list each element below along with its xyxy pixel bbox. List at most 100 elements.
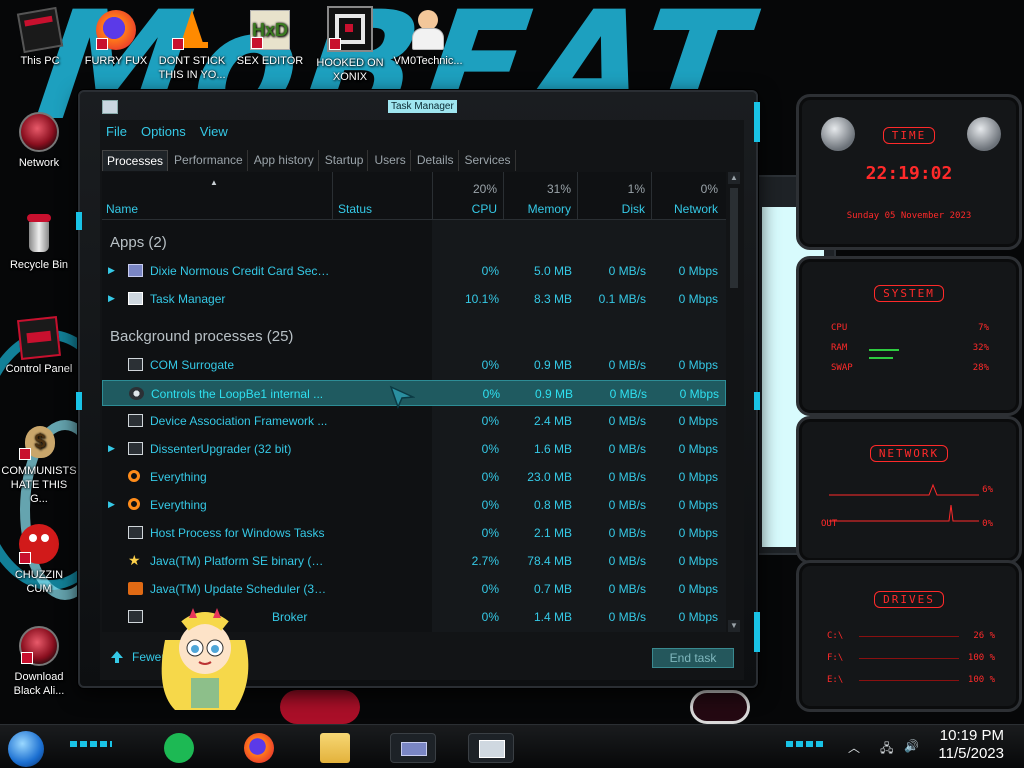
desktop-icon-control-panel[interactable]: Control Panel: [1, 316, 77, 376]
computer-icon: [16, 6, 64, 54]
network-row-value: 0%: [982, 519, 993, 529]
task-manager-app-icon[interactable]: [102, 100, 118, 114]
volume-tray-icon[interactable]: 🔊: [904, 739, 919, 753]
desktop-icon-label: FURRY FUX: [84, 55, 148, 67]
desktop-icon-label: Download Black Ali...: [13, 671, 65, 697]
menu-file[interactable]: File: [106, 124, 127, 144]
collapse-arrow-icon[interactable]: [110, 650, 124, 664]
frame-accent: [754, 392, 760, 410]
tab-startup[interactable]: Startup: [321, 150, 369, 171]
system-bar: [869, 357, 893, 359]
task-manager-taskbar-icon[interactable]: [468, 733, 514, 763]
table-row[interactable]: COM Surrogate 0% 0.9 MB 0 MB/s 0 Mbps: [102, 352, 726, 378]
column-header-disk[interactable]: 1% Disk: [578, 172, 651, 220]
desktop-icon-label: Recycle Bin: [9, 259, 69, 271]
gadget-clock: 22:19:02: [865, 163, 953, 184]
drive-value: 26 %: [973, 631, 995, 641]
desktop-icon-dont-stick[interactable]: DONT STICK THIS IN YO...: [154, 10, 230, 82]
menu-view[interactable]: View: [200, 124, 228, 144]
taskbar-accent: [70, 741, 112, 747]
desktop-icon-furry-fux[interactable]: FURRY FUX: [78, 10, 154, 68]
desktop-icon-communists[interactable]: $ COMMUNISTS HATE THIS G...: [1, 420, 77, 506]
gadget-title: NETWORK: [869, 445, 949, 462]
task-manager-icon: [479, 740, 505, 758]
group-header-background[interactable]: Background processes (25): [110, 328, 293, 345]
desktop-icon-hooked-on-xonix[interactable]: HOOKED ON XONIX: [312, 6, 388, 84]
desktop-icon-network[interactable]: Network: [1, 112, 77, 170]
control-panel-icon: [17, 316, 61, 360]
desktop-icon-label: DONT STICK THIS IN YO...: [158, 55, 226, 81]
recycle-bin-icon: [19, 214, 59, 254]
table-row[interactable]: Java(TM) Update Scheduler (32 ... 0% 0.7…: [102, 576, 726, 602]
table-row[interactable]: ★ Java(TM) Platform SE binary (32... 2.7…: [102, 548, 726, 574]
tab-users[interactable]: Users: [370, 150, 411, 171]
drive-label: F:\: [827, 653, 844, 663]
column-divider[interactable]: [332, 172, 333, 220]
table-row[interactable]: ▶ Dixie Normous Credit Card Secu... 0% 5…: [102, 258, 726, 284]
drives-gadget[interactable]: DRIVES C:\ 26 % F:\ 100 % E:\ 100 %: [796, 560, 1022, 712]
expand-icon[interactable]: ▶: [108, 293, 115, 304]
desktop-icon-this-pc[interactable]: This PC: [2, 6, 78, 68]
expand-icon[interactable]: ▶: [108, 499, 115, 510]
taskbar-time: 10:19 PM: [939, 727, 1004, 744]
table-row[interactable]: Device Association Framework ... 0% 2.4 …: [102, 408, 726, 434]
spotify-taskbar-icon[interactable]: [164, 733, 194, 763]
shortcut-arrow-icon: [96, 38, 108, 50]
system-gadget[interactable]: SYSTEM CPU 7% RAM 32% SWAP 28%: [796, 256, 1022, 416]
tab-processes[interactable]: Processes: [102, 150, 169, 171]
desktop-icon-label: CHUZZIN CUM: [14, 569, 64, 595]
column-header-memory[interactable]: 31% Memory: [504, 172, 577, 220]
desktop-icon-sex-editor[interactable]: HxD SEX EDITOR: [232, 10, 308, 68]
column-header-cpu[interactable]: 20% CPU: [433, 172, 503, 220]
vertical-scrollbar[interactable]: ▲ ▼: [728, 172, 740, 632]
network-tray-icon[interactable]: 🖧: [880, 739, 893, 760]
column-header-network[interactable]: 0% Network: [652, 172, 724, 220]
column-header-name[interactable]: Name: [102, 172, 332, 220]
desktop-icon-download-black-ali[interactable]: Download Black Ali...: [1, 626, 77, 698]
wallpaper-red-shape: [280, 690, 360, 724]
column-header-status[interactable]: Status: [334, 172, 432, 220]
network-gadget[interactable]: NETWORK OUT 6% 0%: [796, 416, 1022, 564]
table-row[interactable]: ▶ Everything 0% 0.8 MB 0 MB/s 0 Mbps: [102, 492, 726, 518]
table-row[interactable]: ▶ Task Manager 10.1% 8.3 MB 0.1 MB/s 0 M…: [102, 286, 726, 312]
tab-services[interactable]: Services: [461, 150, 516, 171]
firefox-taskbar-icon[interactable]: [244, 733, 274, 763]
desktop-icon-chuzzin-cum[interactable]: CHUZZIN CUM: [1, 524, 77, 596]
tab-app-history[interactable]: App history: [250, 150, 319, 171]
gadget-title: DRIVES: [874, 591, 944, 608]
table-row[interactable]: Host Process for Windows Tasks 0% 2.1 MB…: [102, 520, 726, 546]
desktop-icon-label: Network: [18, 157, 60, 169]
scroll-up-icon[interactable]: ▲: [728, 172, 740, 184]
mouse-cursor-icon: [389, 385, 415, 409]
gadget-title: SYSTEM: [874, 285, 944, 302]
taskbar-date: 11/5/2023: [938, 745, 1004, 762]
file-explorer-taskbar-icon[interactable]: [320, 733, 350, 763]
scrollbar-thumb[interactable]: [730, 188, 738, 288]
scroll-down-icon[interactable]: ▼: [728, 620, 740, 632]
tab-performance[interactable]: Performance: [170, 150, 248, 171]
show-hidden-icons-icon[interactable]: ︿: [848, 739, 860, 756]
alien-download-icon: [19, 626, 59, 666]
start-button[interactable]: [8, 731, 44, 767]
menu-options[interactable]: Options: [141, 124, 186, 144]
shortcut-arrow-icon: [329, 38, 341, 50]
java-star-icon: ★: [128, 552, 141, 568]
table-row[interactable]: Everything 0% 23.0 MB 0 MB/s 0 Mbps: [102, 464, 726, 490]
tab-details[interactable]: Details: [413, 150, 459, 171]
expand-icon[interactable]: ▶: [108, 265, 115, 276]
end-task-button[interactable]: End task: [652, 648, 734, 668]
title-bar[interactable]: Task Manager: [80, 92, 756, 122]
table-row[interactable]: ▶ DissenterUpgrader (32 bit) 0% 1.6 MB 0…: [102, 436, 726, 462]
time-gadget[interactable]: TIME 22:19:02 Sunday 05 November 2023: [796, 94, 1022, 250]
taskbar-clock[interactable]: 10:19 PM 11/5/2023: [938, 727, 1004, 763]
expand-icon[interactable]: ▶: [108, 443, 115, 454]
java-update-icon: [128, 582, 143, 595]
desktop-icon-vm0technic[interactable]: VM0Technic...: [390, 10, 466, 68]
group-header-apps[interactable]: Apps (2): [110, 234, 167, 251]
task-manager-window[interactable]: Task Manager File Options View Processes…: [76, 90, 760, 688]
drive-label: C:\: [827, 631, 844, 641]
credit-card-app-taskbar-icon[interactable]: [390, 733, 436, 763]
table-row-selected[interactable]: Controls the LoopBe1 internal ... 0% 0.9…: [102, 380, 726, 409]
system-row-label: RAM: [831, 343, 848, 353]
desktop-icon-recycle-bin[interactable]: Recycle Bin: [1, 214, 77, 272]
